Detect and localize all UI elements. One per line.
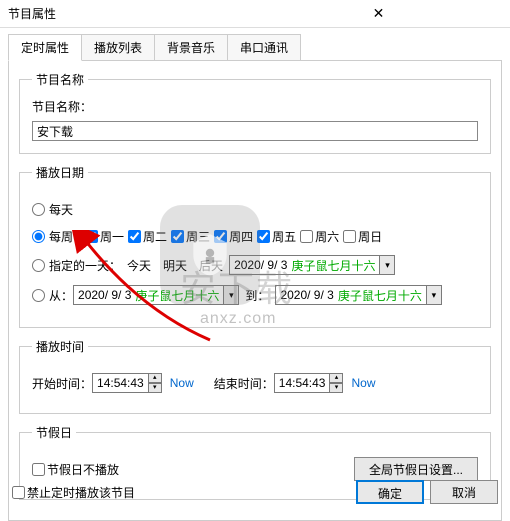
label-daily: 每天 [49,201,73,218]
chk-skip-holiday[interactable] [32,463,45,476]
group-time: 播放时间 开始时间： 14:54:43 ▴▾ Now 结束时间： 14:54:4… [19,338,491,414]
link-dayafter[interactable]: 后天 [199,257,223,274]
chevron-down-icon[interactable]: ▾ [223,285,239,305]
group-name: 节目名称 节目名称： [19,71,491,154]
tab-playlist[interactable]: 播放列表 [81,34,155,61]
link-now-start[interactable]: Now [170,376,194,390]
group-date: 播放日期 每天 每周： 周一 周二 周三 周四 周五 周六 周日 指定的一天： … [19,164,491,328]
tab-timing[interactable]: 定时属性 [8,34,82,61]
radio-daily[interactable] [32,203,45,216]
time-end[interactable]: 14:54:43 [274,373,331,393]
tab-bar: 定时属性 播放列表 背景音乐 串口通讯 [8,34,502,61]
chk-tue[interactable] [128,230,141,243]
label-from: 从： [49,287,73,304]
time-start[interactable]: 14:54:43 [92,373,149,393]
spinner-start[interactable]: ▴▾ [148,373,162,393]
btn-global-holiday[interactable]: 全局节假日设置... [354,457,478,481]
input-program-name[interactable] [32,121,478,141]
chk-mon[interactable] [85,230,98,243]
link-now-end[interactable]: Now [351,376,375,390]
chevron-down-icon[interactable]: ▾ [379,255,395,275]
chk-wed[interactable] [171,230,184,243]
ok-button[interactable]: 确定 [356,480,424,504]
label-specific: 指定的一天： [49,257,121,274]
tab-bgm[interactable]: 背景音乐 [154,34,228,61]
date-from[interactable]: 2020/ 9/ 3 庚子鼠七月十六 [73,285,224,305]
label-weekly: 每周： [49,228,85,245]
legend-date: 播放日期 [32,164,88,181]
tab-serial[interactable]: 串口通讯 [227,34,301,61]
cancel-button[interactable]: 取消 [430,480,498,504]
date-specific[interactable]: 2020/ 9/ 3 庚子鼠七月十六 [229,255,380,275]
link-today[interactable]: 今天 [127,257,151,274]
radio-range[interactable] [32,289,45,302]
chk-sun[interactable] [343,230,356,243]
chk-fri[interactable] [257,230,270,243]
chk-forbid[interactable] [12,486,25,499]
window-title: 节目属性 [8,5,255,22]
radio-weekly[interactable] [32,230,45,243]
link-tomorrow[interactable]: 明天 [163,257,187,274]
legend-holiday: 节假日 [32,424,76,441]
chk-sat[interactable] [300,230,313,243]
label-end: 结束时间： [214,375,274,392]
date-to[interactable]: 2020/ 9/ 3 庚子鼠七月十六 [275,285,426,305]
label-program-name: 节目名称： [32,98,478,115]
label-to: 到： [245,287,269,304]
spinner-end[interactable]: ▴▾ [329,373,343,393]
chevron-down-icon[interactable]: ▾ [426,285,442,305]
label-start: 开始时间： [32,375,92,392]
chk-thu[interactable] [214,230,227,243]
legend-time: 播放时间 [32,338,88,355]
close-icon[interactable]: ✕ [255,5,502,22]
legend-name: 节目名称 [32,71,88,88]
radio-specific[interactable] [32,259,45,272]
